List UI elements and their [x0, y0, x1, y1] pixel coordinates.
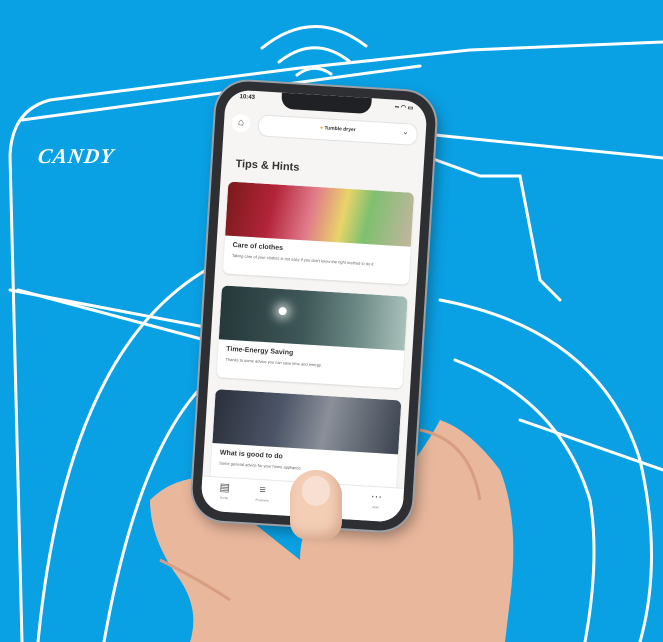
lightbulb-image: [218, 285, 408, 351]
thumb: [290, 470, 342, 540]
tip-card-care-of-clothes[interactable]: Care of clothes Taking care of your clot…: [222, 181, 415, 285]
thumbnail: [302, 476, 330, 506]
lightbulb-glow: [278, 306, 287, 316]
clipboard-icon: ▤: [219, 481, 231, 495]
status-time: 10:43: [239, 94, 256, 102]
appliance-selector-label: ● Tumble dryer: [319, 125, 356, 134]
card-title: What is good to do: [219, 449, 283, 461]
nav-home[interactable]: ▤ Home: [207, 481, 242, 501]
card-description: Taking care of your clothes is not easy …: [231, 252, 375, 267]
home-icon[interactable]: ⌂: [231, 113, 251, 133]
card-title: Care of clothes: [232, 241, 284, 252]
more-icon: ⋯: [370, 490, 383, 504]
list-icon: ≡: [259, 484, 267, 497]
page-title: Tips & Hints: [235, 157, 300, 174]
smartphone: 10:43 ▪▪ ◠ ▭ ⌂ ● Tumble dryer ⌄ Tips & H…: [190, 79, 438, 533]
app-top-bar: ⌂ ● Tumble dryer ⌄: [231, 112, 419, 146]
chevron-down-icon: ⌄: [401, 127, 410, 137]
tip-card-time-energy-saving[interactable]: Time-Energy Saving Thanks to some advice…: [216, 285, 408, 389]
nav-more[interactable]: ⋯ More: [359, 490, 394, 510]
card-description: Thanks to some advice you can save time …: [225, 356, 322, 368]
nav-programs[interactable]: ≡ Programs: [245, 483, 280, 503]
phone-notch: [280, 92, 372, 115]
hanging-clothes-image: [212, 389, 402, 455]
status-icons: ▪▪ ◠ ▭: [394, 104, 414, 112]
appliance-selector[interactable]: ● Tumble dryer ⌄: [257, 114, 419, 146]
clothes-image: [225, 181, 415, 247]
phone-screen: 10:43 ▪▪ ◠ ▭ ⌂ ● Tumble dryer ⌄ Tips & H…: [200, 89, 428, 523]
card-title: Time-Energy Saving: [225, 345, 294, 357]
